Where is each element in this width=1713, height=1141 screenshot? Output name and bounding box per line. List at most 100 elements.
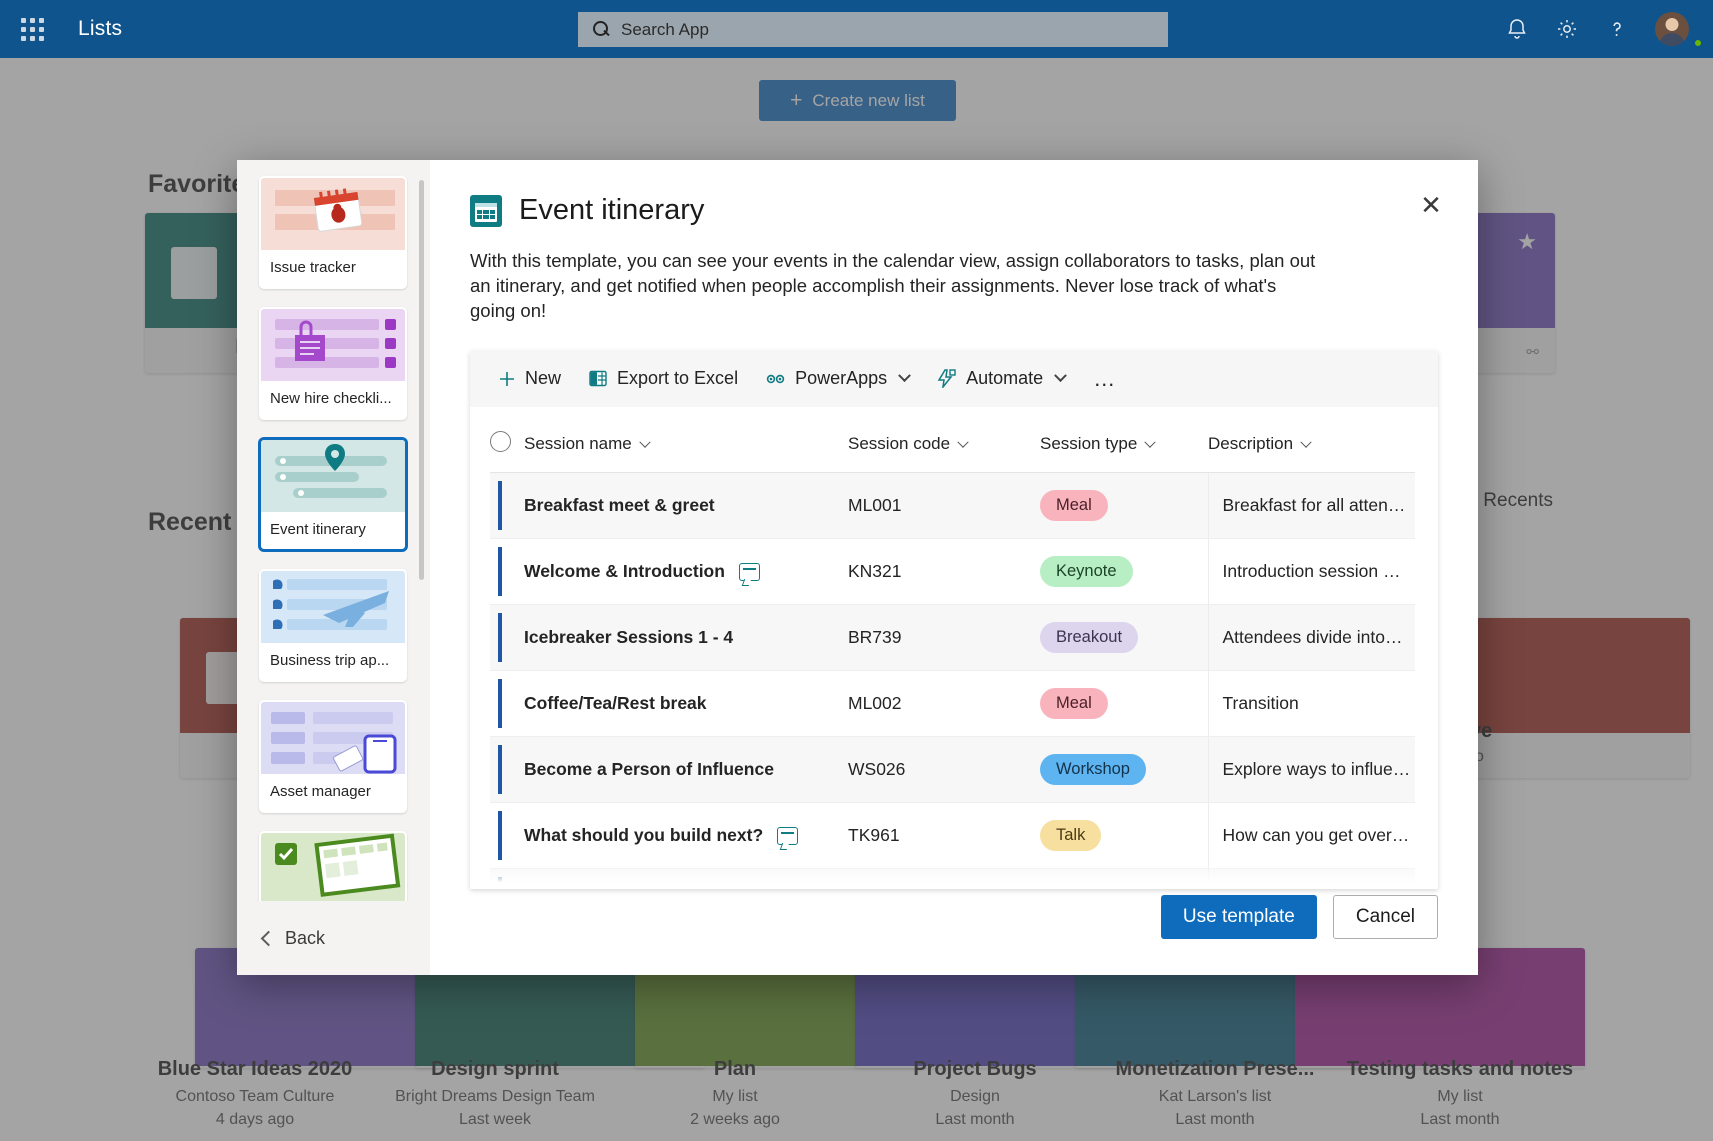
app-launcher-icon[interactable] [8,0,56,58]
powerapps-button[interactable]: PowerApps [766,368,912,389]
template-description: With this template, you can see your eve… [470,250,1316,321]
cell-session-name: Coffee/Tea/Rest break [524,670,848,737]
new-button[interactable]: New [498,368,561,389]
session-name-text: What should you build next? [524,824,764,845]
cell-session-code: KN321 [848,538,1040,605]
cell-session-name: Welcome & Introduction [524,538,848,605]
cell-description: How can you get over… [1207,802,1415,869]
column-label: Session code [848,433,951,453]
cell-session-type: Workshop [1040,736,1208,803]
session-type-badge: Meal [1040,489,1108,521]
session-type-badge: Talk [1040,819,1102,851]
template-label: New hire checkli... [270,390,392,407]
automate-label: Automate [966,368,1044,389]
powerapps-icon [766,372,786,386]
session-table-body: Breakfast meet & greet ML001 Meal Breakfast… [490,472,1415,889]
table-row[interactable]: Coffee/Tea/Rest break ML002 Meal Transition [490,670,1415,737]
cell-session-name: Become a Person of Influence [524,736,848,803]
chevron-down-icon [1300,436,1312,448]
column-header-session-name[interactable]: Session name [524,416,848,473]
cell-description: Attendees divide into… [1207,604,1415,671]
table-row[interactable]: What should you build next? TK961 Talk How … [490,802,1415,869]
template-label: Event itinerary [270,521,366,538]
session-name-text: Breakfast meet & greet [524,494,715,515]
business-trip-thumbnail [261,571,405,643]
cell-session-code: WS026 [848,736,1040,803]
cell-session-type: Meal [1040,670,1208,737]
session-type-badge: Keynote [1040,555,1133,587]
cell-session-code: TK961 [848,802,1040,869]
cell-session-code: ML001 [848,472,1040,539]
cell-description: Transition [1207,670,1415,737]
suite-header: Lists [0,0,1713,58]
question-mark-icon[interactable] [1605,17,1629,41]
cell-description: Introduction session … [1207,538,1415,605]
table-row[interactable]: Become a Person of Influence WS026 Worksho… [490,736,1415,803]
table-row[interactable]: Breakfast meet & greet ML001 Meal Breakfast… [490,472,1415,539]
session-name-text: Welcome & Introduction [524,560,725,581]
template-card-business-trip[interactable]: Business trip ap... [259,569,407,682]
chevron-down-icon [1054,369,1068,383]
column-header-description[interactable]: Description [1208,416,1415,473]
column-label: Session name [524,433,632,453]
cell-session-code: BR739 [848,604,1040,671]
comment-icon[interactable] [738,563,760,582]
session-name-text: Icebreaker Sessions 1 - 4 [524,626,734,647]
template-card-event-itinerary[interactable]: Event itinerary [259,438,407,551]
bell-icon[interactable] [1505,17,1529,41]
use-template-button[interactable]: Use template [1160,895,1317,939]
chevron-down-icon [1144,436,1157,448]
avatar[interactable] [1655,12,1689,46]
template-rail-scrollbar[interactable] [419,180,424,580]
row-indicator [490,472,524,539]
row-indicator [490,538,524,605]
cell-session-type: Breakout [1040,604,1208,671]
comment-icon[interactable] [777,827,799,846]
export-to-excel-button[interactable]: Export to Excel [589,368,738,389]
cell-description: Breakfast for all atten… [1207,472,1415,539]
table-row[interactable]: Icebreaker Sessions 1 - 4 BR739 Breakout At… [490,604,1415,671]
automate-button[interactable]: Automate [937,368,1068,389]
suite-actions [1505,0,1701,58]
table-header-row: Session name Session code Session type D… [490,416,1415,473]
template-card-partial[interactable] [259,831,407,901]
chevron-left-icon [260,930,277,946]
close-icon[interactable]: ✕ [1414,188,1448,222]
session-type-badge: Breakout [1040,621,1139,653]
session-type-badge: Meal [1040,687,1108,719]
gear-icon[interactable] [1555,17,1579,41]
new-hire-checklist-thumbnail [261,309,405,381]
powerapps-label: PowerApps [795,368,888,389]
column-header-session-code[interactable]: Session code [848,416,1040,473]
search-icon [592,20,611,39]
more-icon[interactable]: … [1093,366,1117,392]
template-label: Asset manager [270,783,371,800]
template-card-new-hire-checklist[interactable]: New hire checkli... [259,307,407,420]
column-header-session-type[interactable]: Session type [1040,416,1208,473]
search-input[interactable] [621,19,1154,40]
cell-session-code: ML002 [848,670,1040,737]
row-indicator [490,604,524,671]
select-all-circle[interactable] [490,430,511,452]
template-card-asset-manager[interactable]: Asset manager [259,700,407,813]
select-all-header[interactable] [490,416,524,473]
page-title: Event itinerary [519,194,705,226]
table-row[interactable]: Welcome & Introduction KN321 Keynote Introd… [490,538,1415,605]
template-preview: New Export to Excel PowerApps Automate …… [470,350,1438,889]
search-box[interactable] [578,12,1168,47]
preview-grid: Session name Session code Session type D… [470,407,1438,889]
cell-session-name: Breakfast meet & greet [524,472,848,539]
template-scroll-area[interactable]: Issue tracker New hire checkli... Event … [237,160,430,901]
preview-fade [470,862,1438,889]
chevron-down-icon [639,436,651,448]
session-type-badge: Workshop [1040,753,1146,785]
template-card-issue-tracker[interactable]: Issue tracker [259,176,407,289]
calendar-icon [470,194,502,227]
automate-icon [937,369,957,389]
row-indicator [490,802,524,869]
partial-template-thumbnail [261,833,405,901]
asset-manager-thumbnail [261,702,405,774]
cell-session-name: Icebreaker Sessions 1 - 4 [524,604,848,671]
cancel-button[interactable]: Cancel [1332,895,1438,939]
back-button[interactable]: Back [237,901,430,975]
